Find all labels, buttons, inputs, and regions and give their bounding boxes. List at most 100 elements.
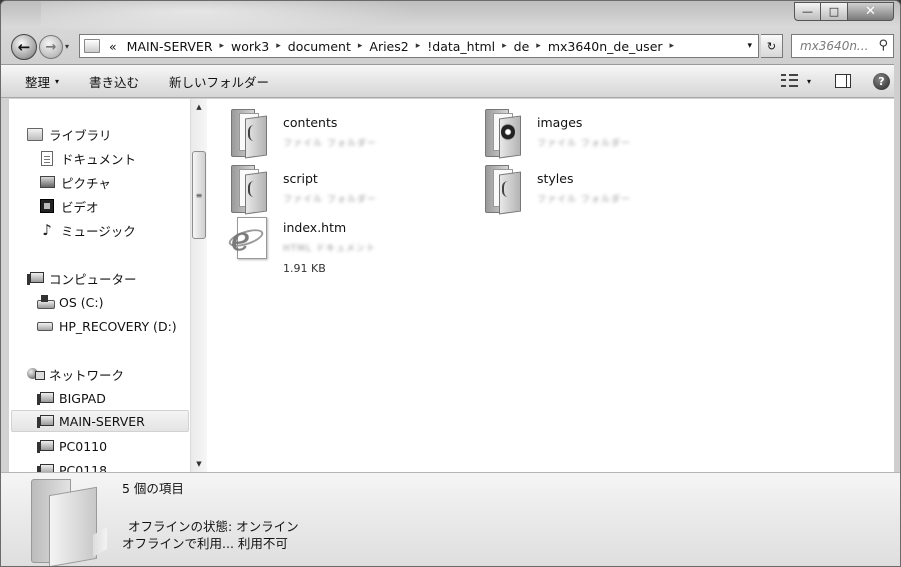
breadcrumb-separator-icon[interactable]: ▸	[274, 41, 283, 51]
scroll-up-icon[interactable]: ▲	[191, 103, 207, 111]
folder-item-images[interactable]: images ファイル フォルダー	[483, 105, 631, 159]
sidebar-item-documents[interactable]: ドキュメント	[39, 147, 136, 169]
sidebar-item-os-drive[interactable]: OS (C:)	[37, 291, 103, 313]
breadcrumb-separator-icon[interactable]: ▸	[218, 41, 227, 51]
sidebar-item-label: BIGPAD	[59, 390, 106, 406]
burn-button[interactable]: 書き込む	[71, 65, 151, 97]
breadcrumb-overflow[interactable]: «	[104, 39, 122, 54]
preview-pane-icon[interactable]	[835, 74, 851, 88]
sidebar-item-label: ドキュメント	[61, 151, 137, 167]
library-icon	[27, 127, 43, 141]
back-button[interactable]: ←	[11, 34, 37, 60]
sidebar-item-bigpad[interactable]: BIGPAD	[37, 387, 106, 409]
folder-icon	[485, 109, 521, 159]
sidebar-item-label: コンピューター	[49, 271, 137, 287]
scroll-down-icon[interactable]: ▼	[191, 460, 207, 468]
search-input[interactable]: mx3640n... ⚲	[791, 34, 894, 58]
view-list-icon	[780, 74, 799, 88]
close-button[interactable]: ✕	[848, 2, 894, 21]
navigation-pane: ライブラリ ドキュメント ピクチャ ビデオ ♪ ミュージック コンピューター O…	[9, 99, 190, 472]
breadcrumb-main-server[interactable]: MAIN-SERVER	[122, 39, 218, 54]
sidebar-item-music[interactable]: ♪ ミュージック	[39, 219, 136, 241]
drive-icon	[37, 321, 53, 331]
folder-icon	[231, 109, 267, 159]
sidebar-item-main-server[interactable]: MAIN-SERVER	[11, 410, 189, 432]
forward-arrow-icon: →	[45, 39, 57, 55]
sidebar-item-pc0110[interactable]: PC0110	[37, 435, 107, 457]
breadcrumb-separator-icon[interactable]: ▸	[534, 41, 543, 51]
sidebar-item-label: MAIN-SERVER	[59, 413, 145, 429]
folder-item-contents[interactable]: contents ファイル フォルダー	[229, 105, 377, 159]
internet-explorer-icon: e	[226, 217, 267, 261]
organize-label: 整理	[25, 74, 51, 90]
breadcrumb-de[interactable]: de	[509, 39, 535, 54]
recent-pages-dropdown[interactable]: ▾	[65, 42, 69, 51]
file-name: script	[283, 171, 318, 186]
help-icon[interactable]: ?	[873, 72, 890, 90]
file-type: HTML ドキュメント	[283, 244, 376, 254]
breadcrumb-separator-icon[interactable]: ▸	[500, 41, 509, 51]
file-type: ファイル フォルダー	[283, 195, 377, 205]
folder-icon	[485, 165, 521, 215]
sidebar-item-recovery-drive[interactable]: HP_RECOVERY (D:)	[37, 315, 177, 337]
burn-label: 書き込む	[89, 74, 140, 90]
computer-icon	[37, 414, 54, 428]
navigation-scrollbar[interactable]: ▲ ≡ ▼	[190, 99, 207, 472]
breadcrumb-document[interactable]: document	[283, 39, 356, 54]
scrollbar-thumb[interactable]: ≡	[192, 151, 206, 239]
file-type: ファイル フォルダー	[537, 195, 631, 205]
command-bar: 整理 ▾ 書き込む 新しいフォルダー ▾ ?	[1, 64, 900, 98]
refresh-button[interactable]: ↻	[761, 34, 783, 58]
back-arrow-icon: ←	[17, 38, 31, 56]
sidebar-item-computer[interactable]: コンピューター	[27, 267, 137, 289]
folder-icon	[231, 165, 267, 215]
sidebar-item-network[interactable]: ネットワーク	[27, 363, 124, 385]
forward-button[interactable]: →	[39, 35, 63, 59]
details-pane: 5 個の項目 オフラインの状態: オンライン オフラインで利用... 利用不可	[1, 472, 900, 566]
new-folder-label: 新しいフォルダー	[169, 74, 270, 90]
sidebar-item-label: ライブラリ	[49, 127, 112, 143]
sidebar-item-label: ピクチャ	[61, 175, 111, 191]
new-folder-button[interactable]: 新しいフォルダー	[151, 65, 281, 97]
change-view-button[interactable]: ▾	[780, 74, 811, 88]
sidebar-item-pc0118[interactable]: PC0118	[37, 459, 107, 472]
folder-item-script[interactable]: script ファイル フォルダー	[229, 161, 377, 215]
maximize-button[interactable]: □	[821, 2, 848, 21]
sidebar-item-pictures[interactable]: ピクチャ	[39, 171, 111, 193]
window-controls: — □ ✕	[794, 2, 894, 21]
file-item-index-htm[interactable]: e index.htm HTML ドキュメント 1.91 KB	[226, 211, 376, 275]
search-icon[interactable]: ⚲	[878, 38, 888, 53]
address-history-dropdown[interactable]: ▾	[747, 41, 752, 51]
offline-availability: オフラインで利用... 利用不可	[122, 536, 288, 551]
file-list: contents ファイル フォルダー images ファイル フォルダー sc…	[207, 99, 894, 472]
file-type: ファイル フォルダー	[537, 139, 631, 149]
video-icon	[40, 199, 54, 213]
item-count: 5 個の項目	[122, 481, 184, 496]
sidebar-item-label: ビデオ	[61, 199, 99, 215]
file-name: images	[537, 115, 583, 130]
folder-icon	[84, 39, 100, 53]
file-type: ファイル フォルダー	[283, 139, 377, 149]
window-frame-left	[1, 98, 9, 472]
breadcrumb-separator-icon[interactable]: ▸	[668, 41, 677, 51]
computer-icon	[37, 463, 54, 472]
file-size: 1.91 KB	[283, 262, 326, 275]
sidebar-item-label: OS (C:)	[59, 294, 104, 310]
breadcrumb-data-html[interactable]: !data_html	[422, 39, 500, 54]
breadcrumb-work3[interactable]: work3	[226, 39, 274, 54]
music-note-icon: ♪	[42, 220, 52, 239]
organize-button[interactable]: 整理 ▾	[1, 65, 71, 97]
breadcrumb-aries2[interactable]: Aries2	[364, 39, 413, 54]
breadcrumb-mx3640n-de-user[interactable]: mx3640n_de_user	[543, 39, 668, 54]
breadcrumb-separator-icon[interactable]: ▸	[356, 41, 365, 51]
sidebar-item-label: PC0110	[59, 438, 108, 454]
computer-icon	[27, 271, 44, 285]
sidebar-item-videos[interactable]: ビデオ	[39, 195, 99, 217]
breadcrumb-separator-icon[interactable]: ▸	[414, 41, 423, 51]
sidebar-item-libraries[interactable]: ライブラリ	[27, 123, 112, 145]
address-bar[interactable]: « MAIN-SERVER ▸ work3 ▸ document ▸ Aries…	[79, 34, 759, 58]
sidebar-item-label: HP_RECOVERY (D:)	[59, 318, 177, 334]
folder-item-styles[interactable]: styles ファイル フォルダー	[483, 161, 631, 215]
minimize-button[interactable]: —	[794, 2, 821, 21]
sidebar-item-label: PC0118	[59, 462, 108, 473]
